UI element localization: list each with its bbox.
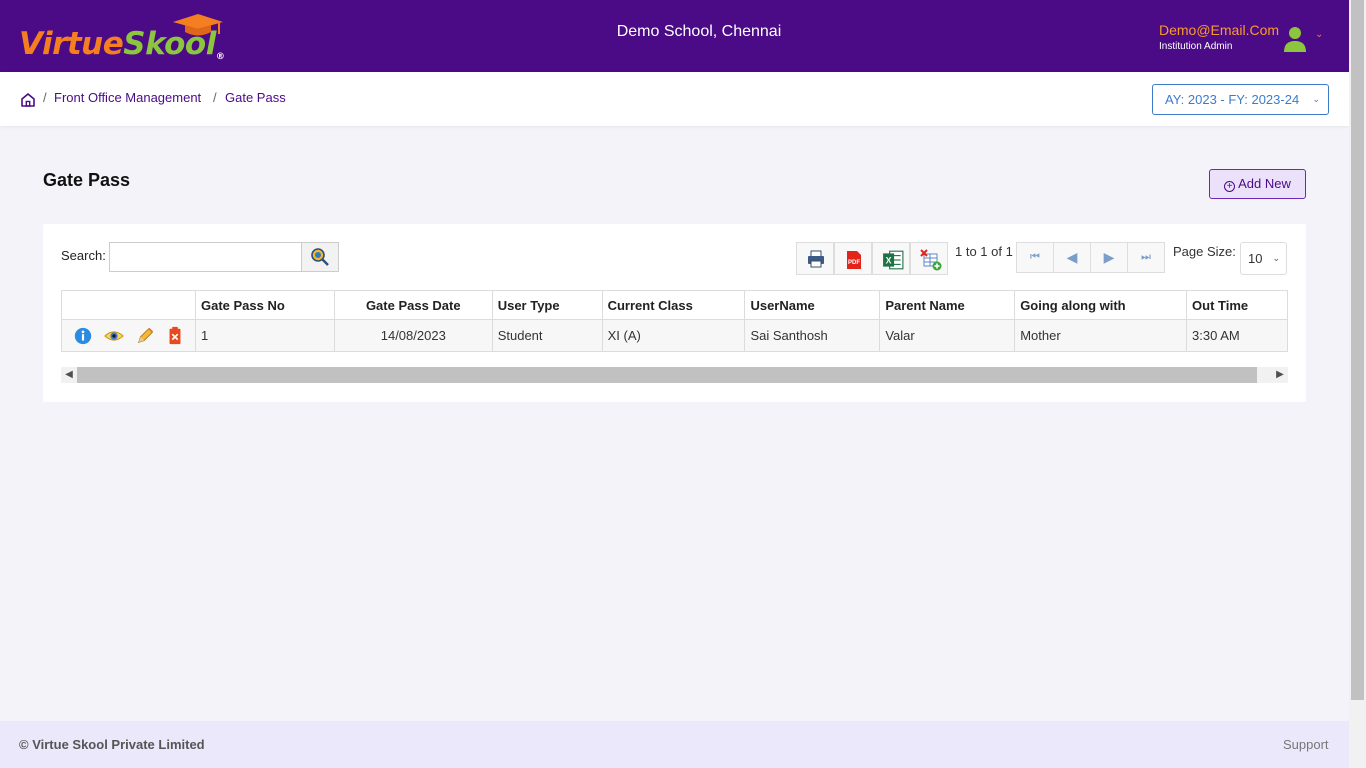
edit-icon[interactable] — [135, 326, 155, 346]
column-header-actions — [61, 290, 196, 320]
column-chooser-button[interactable] — [910, 242, 948, 275]
table-header-row: Gate Pass No Gate Pass Date User Type Cu… — [61, 290, 1288, 320]
next-page-icon: ▶ — [1103, 249, 1115, 265]
print-icon — [808, 250, 824, 268]
first-page-icon: ⏮ — [1030, 251, 1040, 263]
previous-page-button[interactable]: ◀ — [1053, 242, 1091, 273]
user-email: Demo@Email.Com — [1159, 22, 1280, 38]
user-menu-chevron-icon[interactable]: ⌄ — [1315, 29, 1323, 40]
pdf-icon: PDF — [847, 251, 861, 269]
previous-page-icon: ◀ — [1066, 249, 1078, 265]
row-actions-cell — [61, 319, 196, 352]
footer: © Virtue Skool Private Limited Support — [0, 721, 1349, 768]
search-label: Search: — [61, 248, 106, 263]
column-header-gate-pass-date[interactable]: Gate Pass Date — [333, 290, 493, 320]
next-page-button[interactable]: ▶ — [1090, 242, 1128, 273]
cell-going-along-with: Mother — [1014, 319, 1188, 352]
page-scrollbar-thumb[interactable] — [1351, 0, 1364, 700]
cell-username: Sai Santhosh — [744, 319, 881, 352]
copyright-text: © Virtue Skool Private Limited — [19, 737, 205, 752]
column-header-current-class[interactable]: Current Class — [601, 290, 746, 320]
scroll-right-icon[interactable]: ▶ — [1272, 367, 1288, 383]
excel-icon: X — [883, 250, 904, 270]
breadcrumb-bar: / Front Office Management / Gate Pass AY… — [0, 72, 1349, 126]
gate-pass-grid-card: Search: PDF X 1 to 1 of 1 ⏮ ◀ ▶ ⏭ Page S… — [43, 224, 1306, 402]
cell-gate-pass-date: 14/08/2023 — [333, 319, 493, 352]
academic-year-value: AY: 2023 - FY: 2023-24 — [1165, 92, 1300, 107]
table-row[interactable]: 1 14/08/2023 Student XI (A) Sai Santhosh… — [61, 319, 1288, 352]
chevron-down-icon: ⌄ — [1312, 94, 1320, 104]
svg-text:X: X — [886, 255, 892, 265]
breadcrumb-separator: / — [213, 90, 217, 105]
cell-current-class: XI (A) — [601, 319, 746, 352]
home-icon[interactable] — [20, 92, 36, 108]
svg-text:PDF: PDF — [848, 260, 860, 266]
column-header-gate-pass-no[interactable]: Gate Pass No — [194, 290, 335, 320]
scrollbar-thumb[interactable] — [77, 367, 1257, 383]
add-circle-icon: + — [1224, 181, 1236, 192]
breadcrumb-separator: / — [43, 90, 47, 105]
cell-gate-pass-no: 1 — [194, 319, 335, 352]
add-new-label: Add New — [1238, 176, 1291, 191]
paging-summary: 1 to 1 of 1 — [955, 244, 1013, 259]
delete-icon[interactable] — [165, 326, 185, 346]
search-button[interactable] — [301, 242, 339, 272]
first-page-button[interactable]: ⏮ — [1016, 242, 1054, 273]
page-vertical-scrollbar[interactable] — [1349, 0, 1366, 768]
column-header-username[interactable]: UserName — [744, 290, 881, 320]
cell-out-time: 3:30 AM — [1186, 319, 1288, 352]
cell-user-type: Student — [491, 319, 603, 352]
column-header-out-time[interactable]: Out Time — [1186, 290, 1288, 320]
info-icon[interactable] — [73, 326, 93, 346]
breadcrumb-front-office[interactable]: Front Office Management — [54, 90, 201, 105]
support-link[interactable]: Support — [1283, 737, 1329, 752]
cell-parent-name: Valar — [879, 319, 1016, 352]
scroll-left-icon[interactable]: ◀ — [61, 367, 77, 383]
search-icon — [311, 248, 329, 266]
page-size-value: 10 — [1248, 251, 1263, 266]
user-avatar-icon[interactable] — [1283, 25, 1307, 53]
last-page-icon: ⏭ — [1141, 251, 1151, 263]
column-header-parent-name[interactable]: Parent Name — [879, 290, 1016, 320]
column-header-going-along-with[interactable]: Going along with — [1014, 290, 1188, 320]
add-new-button[interactable]: + Add New — [1209, 169, 1306, 199]
grid-horizontal-scrollbar[interactable]: ◀ ▶ — [61, 367, 1288, 383]
page-size-label: Page Size: — [1173, 244, 1236, 259]
pdf-export-button[interactable]: PDF — [834, 242, 872, 275]
page-size-select[interactable]: 10 ⌄ — [1240, 242, 1287, 275]
chevron-down-icon: ⌄ — [1272, 253, 1280, 263]
column-chooser-icon — [920, 249, 942, 271]
top-header: VirtueSkool® Demo School, Chennai Demo@E… — [0, 0, 1349, 72]
excel-export-button[interactable]: X — [872, 242, 910, 275]
view-icon[interactable] — [103, 326, 125, 346]
user-role: Institution Admin — [1159, 41, 1233, 52]
search-input[interactable] — [109, 242, 302, 272]
page-title: Gate Pass — [43, 170, 131, 190]
print-button[interactable] — [796, 242, 834, 275]
breadcrumb-gate-pass[interactable]: Gate Pass — [225, 90, 286, 105]
gate-pass-table: Gate Pass No Gate Pass Date User Type Cu… — [61, 290, 1288, 352]
academic-year-select[interactable]: AY: 2023 - FY: 2023-24 ⌄ — [1152, 84, 1329, 115]
column-header-user-type[interactable]: User Type — [491, 290, 603, 320]
last-page-button[interactable]: ⏭ — [1127, 242, 1165, 273]
